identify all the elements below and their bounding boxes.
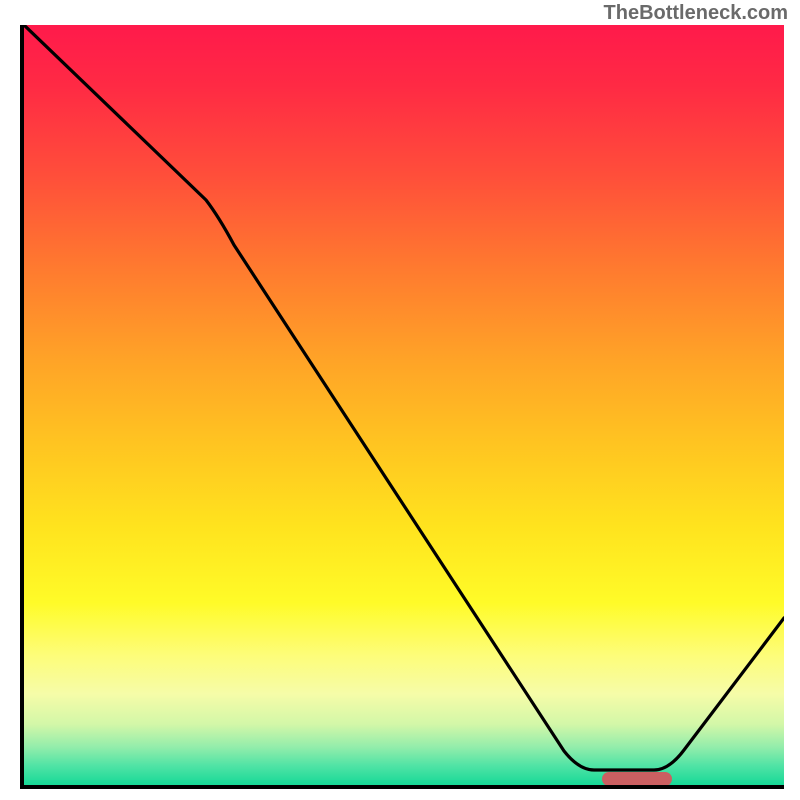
chart-container: TheBottleneck.com <box>0 0 800 800</box>
bottleneck-curve-path <box>24 25 784 770</box>
optimal-marker <box>602 772 672 786</box>
watermark-text: TheBottleneck.com <box>604 2 788 25</box>
plot-area <box>20 25 784 789</box>
curve-svg <box>24 25 784 785</box>
